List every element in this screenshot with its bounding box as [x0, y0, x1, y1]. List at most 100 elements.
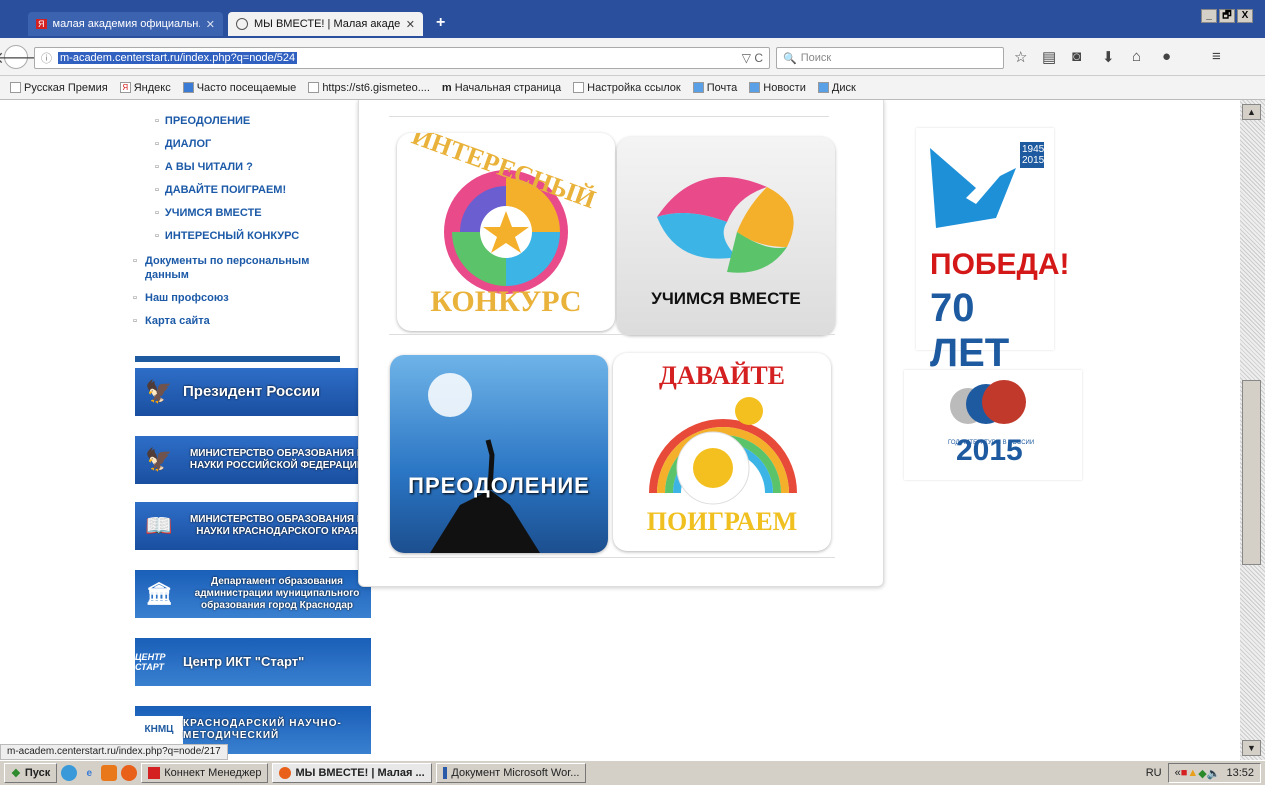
bookmark-item[interactable]: Я Яндекс: [119, 82, 171, 94]
bookmark-item[interactable]: Часто посещаемые: [182, 81, 297, 94]
menu-item-documents[interactable]: Документы по персональным данным: [133, 254, 343, 282]
close-tab-icon[interactable]: ✕: [406, 18, 415, 31]
chrome-icon[interactable]: [61, 765, 78, 781]
banner-god-literatury[interactable]: ГОД ЛИТЕРАТУРЫ В РОССИИ 2015: [904, 370, 1082, 480]
bookmark-item[interactable]: m Начальная страница: [442, 82, 561, 94]
task-connect-manager[interactable]: Коннект Менеджер: [141, 763, 269, 783]
bookmark-item[interactable]: Новости: [749, 82, 806, 94]
banner-label: Президент России: [183, 383, 321, 400]
search-placeholder: Поиск: [800, 52, 832, 64]
tab-malaya-akademiya[interactable]: Я малая академия официальн... ✕: [28, 12, 223, 36]
bookmarks-list-icon[interactable]: ▤: [1042, 48, 1056, 66]
close-window-button[interactable]: X: [1237, 9, 1253, 23]
network-icon[interactable]: ◆: [1198, 767, 1206, 780]
seventy-years-label: 70 ЛЕТ: [930, 286, 1010, 375]
tile-preodolenie[interactable]: ПРЕОДОЛЕНИЕ: [390, 355, 608, 553]
start-button[interactable]: ❖ Пуск: [4, 763, 58, 783]
menu-item-sitemap[interactable]: Карта сайта: [133, 314, 343, 328]
menu-item-profsoyuz[interactable]: Наш профсоюз: [133, 291, 343, 305]
bookmark-star-icon[interactable]: ☆: [1014, 48, 1027, 66]
ie-icon[interactable]: e: [81, 765, 97, 781]
scroll-down-button[interactable]: ▼: [1242, 740, 1261, 756]
tab-my-vmeste[interactable]: МЫ ВМЕСТЕ! | Малая акаде... ✕: [228, 12, 423, 36]
task-word[interactable]: Документ Microsoft Wor...: [436, 763, 587, 783]
antivirus-icon[interactable]: ■: [1181, 767, 1188, 779]
tile-davaite-poigraem[interactable]: ДАВАЙТЕ ПОИГРАЕМ: [613, 353, 831, 551]
scrollbar[interactable]: ▲ ▼: [1240, 100, 1265, 760]
taskbar: ❖ Пуск e Коннект Менеджер МЫ ВМЕСТЕ! | М…: [0, 760, 1265, 785]
media-icon[interactable]: [101, 765, 118, 781]
scroll-thumb[interactable]: [1242, 380, 1261, 565]
banner-minobr-krasnodar[interactable]: 📖 МИНИСТЕРСТВО ОБРАЗОВАНИЯ И НАУКИ КРАСН…: [135, 502, 371, 550]
submenu: ПРЕОДОЛЕНИЕ ДИАЛОГ А ВЫ ЧИТАЛИ ? ДАВАЙТЕ…: [155, 115, 299, 253]
search-input[interactable]: 🔍 Поиск: [776, 47, 1004, 69]
home-icon[interactable]: ⌂: [1132, 48, 1141, 65]
bookmark-item[interactable]: Настройка ссылок: [573, 82, 681, 94]
bookmark-item[interactable]: Русская Премия: [10, 82, 108, 94]
bookmark-label: Часто посещаемые: [196, 81, 297, 94]
banner-departament[interactable]: 🏛 Департамент образования администрации …: [135, 570, 371, 618]
news-icon: [749, 82, 761, 93]
volume-icon[interactable]: 🔈: [1207, 767, 1221, 780]
tab-title: МЫ ВМЕСТЕ! | Малая акаде...: [254, 18, 400, 30]
bookmark-item[interactable]: Почта: [692, 82, 737, 94]
language-indicator[interactable]: RU: [1146, 767, 1162, 779]
divider: [389, 557, 835, 558]
banner-president[interactable]: 🦅 Президент России: [135, 368, 371, 416]
pocket-icon[interactable]: ◙: [1072, 48, 1081, 65]
task-label: Коннект Менеджер: [164, 767, 262, 779]
lit-year: 2015: [956, 434, 1023, 467]
task-label: МЫ ВМЕСТЕ! | Малая ...: [295, 767, 425, 779]
chat-icon[interactable]: ●: [1162, 48, 1171, 65]
windows-logo-icon: ❖: [11, 767, 21, 780]
tab-title: малая академия официальн...: [52, 18, 200, 30]
eagle-emblem-icon: 🦅: [145, 379, 173, 404]
start-label: Пуск: [24, 767, 51, 779]
main-menu: Документы по персональным данным Наш про…: [133, 254, 343, 337]
coat-of-arms-icon: 🏛: [145, 581, 173, 606]
banner-pobeda-70[interactable]: 1945 2015 ПОБЕДА! 70 ЛЕТ: [916, 128, 1070, 375]
bookmark-item[interactable]: https://st6.gismeteo....: [308, 82, 430, 94]
word-icon: [443, 767, 448, 779]
page-icon: [573, 82, 585, 93]
firefox-icon[interactable]: [121, 765, 138, 781]
divider: [389, 116, 829, 117]
close-tab-icon[interactable]: ✕: [206, 18, 215, 31]
url-text[interactable]: m-academ.centerstart.ru/index.php?q=node…: [58, 52, 298, 64]
submenu-item-dialog[interactable]: ДИАЛОГ: [155, 138, 299, 161]
submenu-item-uchimsya[interactable]: УЧИМСЯ ВМЕСТЕ: [155, 207, 299, 230]
page-icon: [10, 82, 21, 93]
menu-icon[interactable]: ≡: [1212, 48, 1221, 65]
bookmark-label: Диск: [831, 81, 856, 94]
submenu-item-poigraem[interactable]: ДАВАЙТЕ ПОИГРАЕМ!: [155, 184, 299, 207]
tile-uchimsya-vmeste[interactable]: УЧИМСЯ ВМЕСТЕ: [617, 137, 835, 335]
download-icon[interactable]: ⬇: [1102, 48, 1115, 66]
submenu-item-preodolenie[interactable]: ПРЕОДОЛЕНИЕ: [155, 115, 299, 138]
yandex-icon: Я: [119, 82, 131, 93]
banner-minobr-rf[interactable]: 🦅 МИНИСТЕРСТВО ОБРАЗОВАНИЯ И НАУКИ РОССИ…: [135, 436, 371, 484]
submenu-item-konkurs[interactable]: ИНТЕРЕСНЫЙ КОНКУРС: [155, 230, 299, 253]
banner-centr-ikt[interactable]: ЦЕНТР СТАРТ Центр ИКТ "Старт": [135, 638, 371, 686]
submenu-item-chitali[interactable]: А ВЫ ЧИТАЛИ ?: [155, 161, 299, 184]
bookmark-item[interactable]: Диск: [817, 81, 856, 94]
sidebar-divider: [135, 356, 340, 362]
tile-interesnyi-konkurs[interactable]: ИНТЕРЕСНЫЙ КОНКУРС: [397, 133, 615, 331]
bookmark-label: Настройка ссылок: [587, 81, 681, 94]
site-info-icon[interactable]: ⓘ: [41, 50, 52, 66]
banner-label: Центр ИКТ "Старт": [183, 654, 305, 669]
disk-icon: [817, 82, 829, 93]
address-bar[interactable]: ⓘ m-academ.centerstart.ru/index.php?q=no…: [34, 47, 770, 69]
scroll-up-button[interactable]: ▲: [1242, 104, 1261, 120]
clock-time: 13:52: [1226, 767, 1254, 779]
warning-icon[interactable]: ▲: [1187, 767, 1198, 779]
reload-button[interactable]: ▽ C: [742, 51, 763, 65]
task-firefox[interactable]: МЫ ВМЕСТЕ! | Малая ...: [272, 763, 433, 783]
minimize-button[interactable]: _: [1201, 9, 1217, 23]
banner-label: КРАСНОДАРСКИЙ НАУЧНО-МЕТОДИЧЕСКИЙ: [183, 718, 342, 741]
maximize-button[interactable]: 🗗: [1219, 9, 1235, 23]
search-icon: 🔍: [783, 52, 797, 65]
new-tab-button[interactable]: +: [436, 14, 445, 32]
mountain-silhouette-icon: [428, 373, 540, 553]
back-button[interactable]: 🡐: [0, 45, 37, 69]
site-icon: [236, 18, 248, 30]
